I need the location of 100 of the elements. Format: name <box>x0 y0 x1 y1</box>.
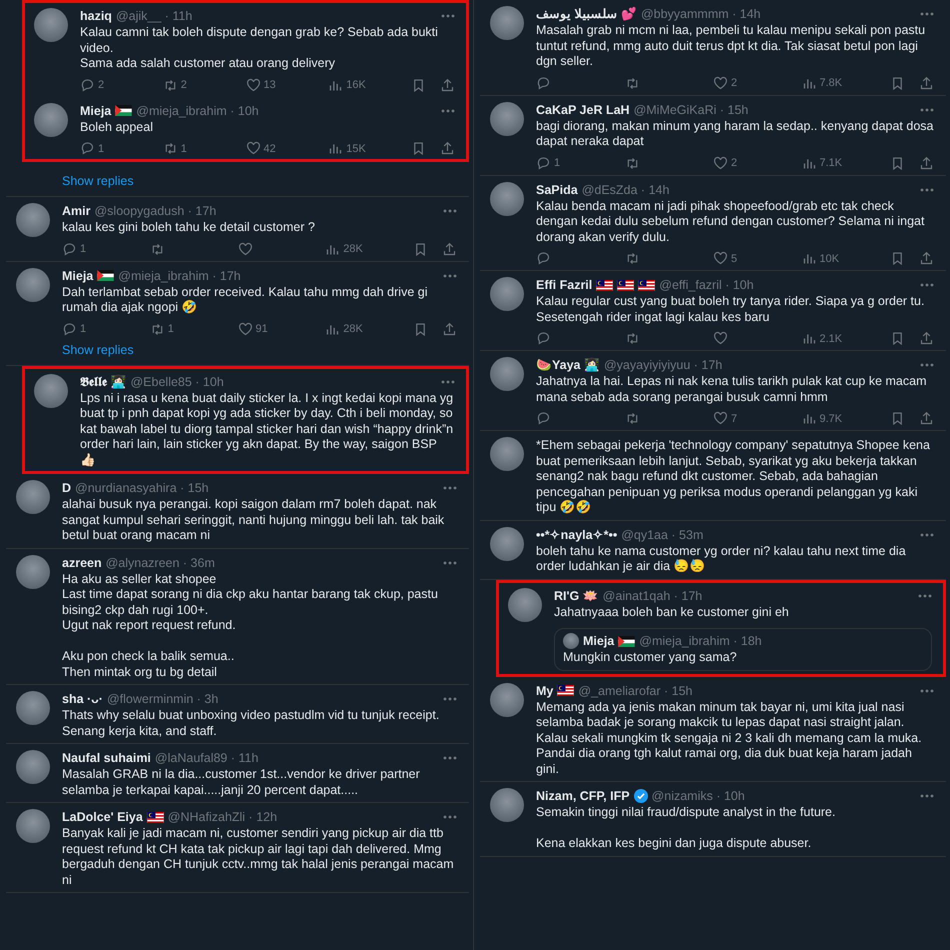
palestine-flag-icon <box>115 105 132 116</box>
more-icon[interactable] <box>443 697 457 701</box>
bookmark-icon[interactable] <box>890 411 905 426</box>
user-name: Effi Fazril <box>536 277 592 293</box>
reply-button[interactable]: 1 <box>536 156 624 170</box>
bookmark-icon[interactable] <box>413 322 428 336</box>
share-icon[interactable] <box>919 331 934 346</box>
bookmark-icon[interactable] <box>413 242 428 256</box>
avatar <box>490 357 524 391</box>
reply-icon <box>62 242 77 256</box>
share-icon[interactable] <box>919 156 934 170</box>
views-button[interactable]: 7.1K <box>802 156 890 170</box>
malaysia-flag-icon <box>638 280 656 290</box>
tweet-text: Mungkin customer yang sama? <box>563 650 738 666</box>
more-icon[interactable] <box>443 756 457 760</box>
show-replies-link[interactable]: Show replies <box>62 342 134 356</box>
like-button[interactable]: 91 <box>238 322 326 336</box>
user-name: SaPida <box>536 182 578 198</box>
tweet-text: Masalah GRAB ni la dia...customer 1st...vendor ke driver partner selamba je terkapai kapai.....janji 20 percent dapat..... <box>62 767 421 798</box>
user-name: 𝕭𝖊𝖑𝖑𝖊 👩🏻‍💻 <box>80 374 126 390</box>
more-icon[interactable] <box>920 688 934 692</box>
more-icon[interactable] <box>441 108 455 112</box>
share-icon[interactable] <box>440 78 455 92</box>
more-icon[interactable] <box>443 486 457 490</box>
avatar <box>490 526 524 560</box>
tweet-text: Memang ada ya jenis makan minum tak bayar ni, umi kita jual nasi selamba badak je sorang makcik tu lepas dapat nasi straight jalan. Kalau sekali mungkim tk sengaja ni 2 3 kali dh memang cam la muka. Pandai dia orang tgh kalut ramai org, dia duk buat keja haram jadah gini. <box>536 700 923 777</box>
retweet-button[interactable]: 2 <box>162 78 246 92</box>
handle-and-time: @Ebelle85 · 10h <box>130 374 224 390</box>
views-button[interactable]: 28K <box>325 322 413 336</box>
handle-and-time: @ajik__ · 11h <box>116 8 192 24</box>
retweet-button[interactable]: 1 <box>150 322 238 336</box>
more-icon[interactable] <box>443 815 457 819</box>
share-icon[interactable] <box>919 76 934 90</box>
more-icon[interactable] <box>441 14 455 18</box>
user-name: LaDolce' Eiya <box>62 809 143 825</box>
views-button[interactable]: 16K <box>328 78 411 92</box>
more-icon[interactable] <box>920 532 934 536</box>
handle-and-time: @laNaufal89 · 11h <box>154 750 258 766</box>
like-icon <box>713 331 728 346</box>
quoted-tweet[interactable]: Mieja @mieja_ibrahim · 18h Mungkin customer yang sama? <box>554 628 932 670</box>
views-button[interactable]: 10K <box>802 251 890 266</box>
show-replies-link[interactable]: Show replies <box>62 174 134 188</box>
views-button[interactable]: 2.1K <box>802 331 890 346</box>
like-button[interactable]: 42 <box>246 141 328 156</box>
more-icon[interactable] <box>443 209 457 213</box>
like-icon <box>246 78 260 92</box>
views-button[interactable]: 28K <box>325 242 413 256</box>
reply-button[interactable]: 1 <box>62 242 150 256</box>
reply-button[interactable]: 2 <box>80 78 163 92</box>
malaysia-flag-icon <box>557 685 574 696</box>
bookmark-icon[interactable] <box>890 156 905 170</box>
malaysia-flag-icon <box>146 812 164 822</box>
like-button[interactable]: 2 <box>713 76 802 90</box>
retweet-button[interactable]: 1 <box>162 141 246 156</box>
avatar <box>508 588 542 622</box>
views-button[interactable]: 15K <box>328 141 411 156</box>
bookmark-icon[interactable] <box>411 78 426 92</box>
more-icon[interactable] <box>920 794 934 798</box>
tweet-text: boleh tahu ke nama customer yg order ni? kalau tahu next time dia order ludahkan je air dia 😓😓 <box>536 544 907 574</box>
avatar <box>490 437 524 471</box>
like-button[interactable]: 13 <box>246 78 328 92</box>
more-icon[interactable] <box>443 560 457 564</box>
bookmark-icon[interactable] <box>890 76 905 90</box>
like-icon <box>238 322 252 336</box>
tweet-text: Thats why selalu buat unboxing video pastudlm vid tu tunjuk receipt. Senang kerja kita, and staff. <box>62 708 440 739</box>
avatar <box>490 182 524 216</box>
tweet-text: kalau kes gini boleh tahu ke detail customer ? <box>62 220 316 236</box>
like-icon <box>713 76 728 90</box>
share-icon[interactable] <box>440 141 455 156</box>
views-button[interactable]: 9.7K <box>802 411 890 426</box>
handle-and-time: @alynazreen · 36m <box>106 554 215 570</box>
handle-and-time: @flowerminmin · 3h <box>106 691 218 707</box>
reply-button[interactable]: 1 <box>80 141 163 156</box>
bookmark-icon[interactable] <box>890 331 905 346</box>
handle-and-time: @mieja_ibrahim · 10h <box>136 102 259 118</box>
views-button[interactable]: 7.8K <box>802 76 890 90</box>
more-icon[interactable] <box>920 283 934 287</box>
like-button[interactable]: 2 <box>713 156 802 170</box>
more-icon[interactable] <box>920 108 934 112</box>
tweet-text: Ha aku as seller kat shopee Last time dapat sorang ni dia ckp aku hantar barang tak ckup, pastu bising2 ckp dah rugi 100+. Ugut nak report request refund. Aku pon check la balik semua.. Then mintak org tu bg detail <box>62 572 439 680</box>
more-icon[interactable] <box>920 188 934 192</box>
user-name: D <box>62 480 72 496</box>
more-icon[interactable] <box>441 380 455 384</box>
more-icon[interactable] <box>920 363 934 367</box>
palestine-flag-icon <box>618 636 636 646</box>
share-icon[interactable] <box>442 242 457 256</box>
avatar <box>16 480 50 514</box>
reply-button[interactable]: 1 <box>62 322 150 336</box>
more-icon[interactable] <box>918 594 932 598</box>
more-icon[interactable] <box>920 12 934 16</box>
user-name: Naufal suhaimi <box>62 750 151 766</box>
bookmark-icon[interactable] <box>890 251 905 266</box>
bookmark-icon[interactable] <box>411 141 426 156</box>
more-icon[interactable] <box>443 274 457 278</box>
like-button[interactable]: 5 <box>713 251 802 266</box>
share-icon[interactable] <box>919 411 934 426</box>
tweet-text: Kalau camni tak boleh dispute dengan grab ke? Sebab ada bukti video. Sama ada salah customer atau orang delivery <box>80 25 439 72</box>
share-icon[interactable] <box>919 251 934 266</box>
share-icon[interactable] <box>442 322 457 336</box>
like-button[interactable]: 7 <box>713 411 802 426</box>
